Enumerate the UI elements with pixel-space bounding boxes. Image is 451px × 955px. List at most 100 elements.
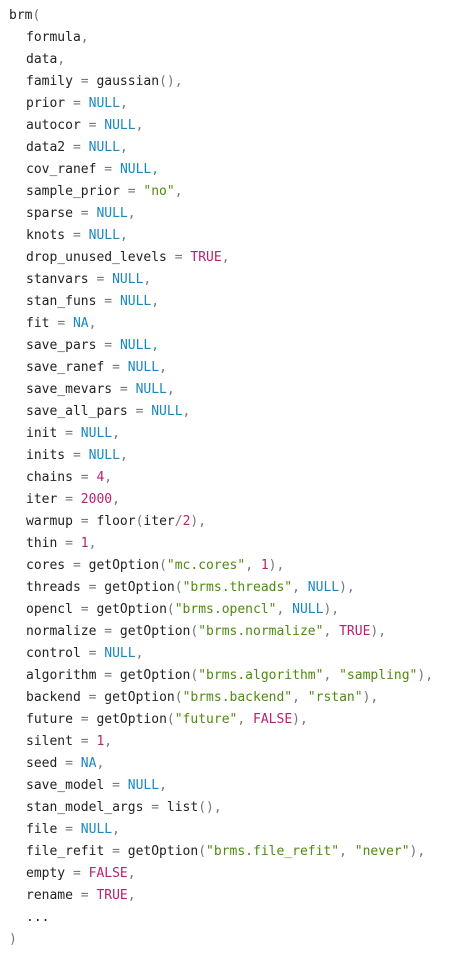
code-token-string: "rstan" — [307, 690, 363, 705]
code-token-string: "brms.algorithm" — [198, 668, 324, 683]
code-line: knots = NULL, — [0, 225, 451, 247]
code-token-number: 1 — [80, 536, 89, 551]
code-token-null: NULL — [80, 822, 113, 837]
code-token-null: NULL — [127, 360, 160, 375]
code-token-punct: , — [339, 844, 347, 859]
code-line: opencl = getOption("brms.opencl", NULL), — [0, 599, 451, 621]
code-token-plain: seed — [26, 756, 66, 771]
code-line: chains = 4, — [0, 467, 451, 489]
code-token-punct: = — [65, 492, 73, 507]
code-token-plain: getOption — [112, 624, 191, 639]
code-token-null: NULL — [88, 448, 120, 463]
code-token-plain: brm — [9, 8, 33, 23]
code-token-plain: getOption — [96, 690, 175, 705]
code-token-plain: sparse — [26, 206, 81, 221]
code-token-punct: , — [57, 52, 66, 67]
code-token-null: NULL — [119, 162, 152, 177]
code-token-null: NULL — [119, 294, 152, 309]
code-token-punct: ), — [417, 668, 434, 683]
code-token-plain: list — [159, 800, 199, 815]
code-token-punct: , — [292, 690, 300, 705]
code-token-punct: = — [65, 536, 73, 551]
code-token-punct: = — [72, 228, 81, 243]
code-token-plain: formula — [26, 30, 81, 45]
code-token-punct: = — [80, 470, 89, 485]
code-token-plain: thin — [26, 536, 66, 551]
code-token-punct: ( — [32, 8, 41, 23]
code-token-bool: TRUE — [96, 888, 128, 903]
code-line: future = getOption("future", FALSE), — [0, 709, 451, 731]
code-token-number: 2000 — [80, 492, 113, 507]
code-token-punct: = — [80, 734, 89, 749]
code-token-punct: , — [96, 756, 105, 771]
code-token-punct: = — [80, 602, 89, 617]
code-token-plain: algorithm — [26, 668, 105, 683]
code-token-punct: , — [221, 250, 230, 265]
code-token-plain: control — [26, 646, 89, 661]
code-token-punct: = — [127, 184, 136, 199]
code-token-punct: , — [119, 228, 128, 243]
code-token-plain: save_ranef — [26, 360, 113, 375]
code-token-plain: init — [26, 426, 66, 441]
code-line: file = NULL, — [0, 819, 451, 841]
code-token-punct: , — [112, 492, 120, 507]
code-token-punct: = — [65, 426, 73, 441]
code-token-plain: save_mevars — [26, 382, 120, 397]
code-token-punct: , — [127, 888, 136, 903]
code-token-plain: data2 — [26, 140, 73, 155]
code-token-plain: knots — [26, 228, 73, 243]
code-token-punct: , — [174, 184, 183, 199]
code-token-plain: autocor — [26, 118, 89, 133]
code-token-punct: , — [143, 272, 152, 287]
code-token-plain: future — [26, 712, 81, 727]
code-token-punct: = — [151, 800, 160, 815]
code-token-null: NULL — [307, 580, 340, 595]
code-line: silent = 1, — [0, 731, 451, 753]
code-token-plain: iter — [143, 514, 175, 529]
code-token-null: NULL — [119, 338, 152, 353]
code-token-punct: ) — [9, 932, 17, 947]
code-token-null: NULL — [88, 140, 120, 155]
code-line: thin = 1, — [0, 533, 451, 555]
code-token-plain: getOption — [112, 668, 191, 683]
code-token-plain: stanvars — [26, 272, 97, 287]
code-line: inits = NULL, — [0, 445, 451, 467]
code-token-punct: = — [80, 888, 89, 903]
code-token-punct: , — [245, 558, 254, 573]
code-line: stan_model_args = list(), — [0, 797, 451, 819]
code-token-punct: , — [112, 426, 120, 441]
code-token-plain: opencl — [26, 602, 81, 617]
code-line: data, — [0, 49, 451, 71]
code-token-punct: = — [80, 514, 89, 529]
code-line: save_pars = NULL, — [0, 335, 451, 357]
code-line: normalize = getOption("brms.normalize", … — [0, 621, 451, 643]
code-token-punct: = — [80, 74, 89, 89]
code-token-punct: = — [104, 668, 113, 683]
code-token-punct: , — [135, 646, 144, 661]
code-token-string: "brms.backend" — [182, 690, 293, 705]
code-token-plain: rename — [26, 888, 81, 903]
code-line: cov_ranef = NULL, — [0, 159, 451, 181]
code-token-punct: = — [72, 140, 81, 155]
code-token-punct: = — [65, 756, 73, 771]
code-token-null: NULL — [96, 206, 128, 221]
code-token-punct: , — [135, 118, 144, 133]
code-token-punct: = — [104, 624, 113, 639]
code-token-string: "brms.normalize" — [198, 624, 324, 639]
code-token-bool: FALSE — [253, 712, 293, 727]
code-token-plain: warmup — [26, 514, 81, 529]
code-token-null: NULL — [151, 404, 183, 419]
code-token-punct: , — [119, 96, 128, 111]
code-token-punct: ( — [198, 844, 207, 859]
code-token-plain: empty — [26, 866, 73, 881]
